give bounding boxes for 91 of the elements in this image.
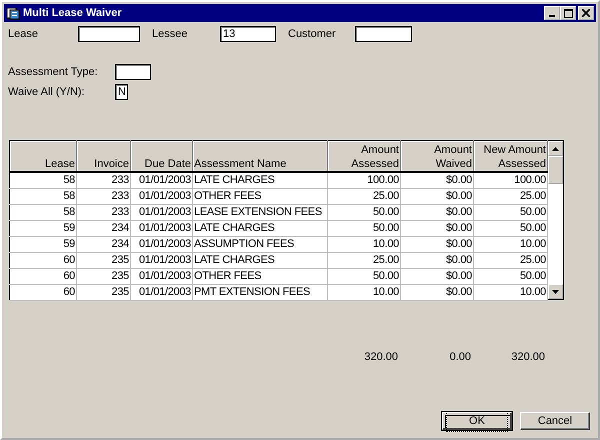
table-cell: 01/01/2003 <box>130 268 192 284</box>
table-cell: LATE CHARGES <box>192 252 328 268</box>
table-cell: LATE CHARGES <box>192 172 328 188</box>
table-cell: 01/01/2003 <box>130 172 192 188</box>
table-cell: 01/01/2003 <box>130 284 192 300</box>
table-cell: LATE CHARGES <box>192 220 328 236</box>
up-arrow-icon <box>552 146 559 150</box>
input-field[interactable] <box>78 26 140 42</box>
table-cell: 59 <box>10 236 76 252</box>
maximize-button[interactable] <box>560 6 576 20</box>
table-cell: 58 <box>10 172 76 188</box>
table-cell: 01/01/2003 <box>130 252 192 268</box>
table-cell: 50.00 <box>328 220 400 236</box>
field-label: Lessee <box>152 27 188 42</box>
close-icon <box>582 9 590 17</box>
input-field[interactable] <box>355 26 412 42</box>
table-cell: $0.00 <box>400 236 474 252</box>
table-cell: 60 <box>10 284 76 300</box>
close-button[interactable] <box>578 6 594 20</box>
scroll-down-button[interactable] <box>548 284 563 299</box>
table-cell: 50.00 <box>474 204 548 220</box>
table-cell: 60 <box>10 268 76 284</box>
down-arrow-icon <box>552 290 559 294</box>
table-cell: 25.00 <box>474 188 548 204</box>
window-title: Multi Lease Waiver <box>23 6 122 21</box>
field-label: Waive All (Y/N): <box>8 85 86 100</box>
table-cell: 58 <box>10 204 76 220</box>
table-cell: 25.00 <box>474 252 548 268</box>
column-header[interactable]: New Amount Assessed <box>474 140 548 172</box>
table-cell: 50.00 <box>328 204 400 220</box>
table-cell: 60 <box>10 252 76 268</box>
table-cell: OTHER FEES <box>192 188 328 204</box>
dialog-button[interactable]: OK <box>442 412 512 430</box>
table-cell: $0.00 <box>400 172 474 188</box>
maximize-icon <box>564 8 572 18</box>
total-value: 0.00 <box>448 350 472 364</box>
table-cell: 01/01/2003 <box>130 188 192 204</box>
table-cell: $0.00 <box>400 204 474 220</box>
total-value: 320.00 <box>363 350 399 364</box>
table-cell: 25.00 <box>328 188 400 204</box>
total-value: 320.00 <box>510 350 546 364</box>
table-cell: 233 <box>76 188 130 204</box>
column-header[interactable]: Assessment Name <box>192 140 328 172</box>
table-cell: 25.00 <box>328 252 400 268</box>
table-cell: 50.00 <box>474 220 548 236</box>
dialog-button[interactable]: Cancel <box>520 412 590 430</box>
table-cell: 234 <box>76 220 130 236</box>
table-cell: 235 <box>76 268 130 284</box>
table-cell: $0.00 <box>400 252 474 268</box>
vertical-scrollbar[interactable] <box>548 140 564 300</box>
column-header[interactable]: Amount Assessed <box>328 140 400 172</box>
app-icon <box>6 6 20 20</box>
table-cell: $0.00 <box>400 220 474 236</box>
table-cell: 100.00 <box>474 172 548 188</box>
field-label: Customer <box>288 27 337 42</box>
table-cell: 234 <box>76 236 130 252</box>
minimize-button[interactable] <box>544 6 560 20</box>
table-cell: 01/01/2003 <box>130 204 192 220</box>
table-cell: 58 <box>10 188 76 204</box>
table-cell: 100.00 <box>328 172 400 188</box>
table-cell: 10.00 <box>328 284 400 300</box>
input-field[interactable]: N <box>115 84 128 100</box>
table-cell: 01/01/2003 <box>130 220 192 236</box>
table-cell: 59 <box>10 220 76 236</box>
scroll-thumb[interactable] <box>548 156 563 184</box>
column-header[interactable]: Lease <box>10 140 76 172</box>
table-cell: 235 <box>76 284 130 300</box>
table-cell: 235 <box>76 252 130 268</box>
table-cell: 10.00 <box>328 236 400 252</box>
column-header[interactable]: Amount Waived <box>400 140 474 172</box>
table-cell: 10.00 <box>474 284 548 300</box>
table-cell: $0.00 <box>400 284 474 300</box>
input-field[interactable]: 13 <box>220 26 276 42</box>
column-header[interactable]: Due Date <box>130 140 192 172</box>
column-header[interactable]: Invoice <box>76 140 130 172</box>
field-label: Assessment Type: <box>8 65 99 80</box>
input-field[interactable] <box>115 64 151 80</box>
table-cell: 50.00 <box>474 268 548 284</box>
table-cell: 01/01/2003 <box>130 236 192 252</box>
table-cell: 50.00 <box>328 268 400 284</box>
table-cell: ASSUMPTION FEES <box>192 236 328 252</box>
table-cell: 233 <box>76 172 130 188</box>
table-cell: LEASE EXTENSION FEES <box>192 204 328 220</box>
table-cell: 233 <box>76 204 130 220</box>
table-cell: $0.00 <box>400 188 474 204</box>
scroll-up-button[interactable] <box>548 141 563 156</box>
field-label: Lease <box>8 27 39 42</box>
table-cell: OTHER FEES <box>192 268 328 284</box>
table-cell: PMT EXTENSION FEES <box>192 284 328 300</box>
table-cell: 10.00 <box>474 236 548 252</box>
table-cell: $0.00 <box>400 268 474 284</box>
